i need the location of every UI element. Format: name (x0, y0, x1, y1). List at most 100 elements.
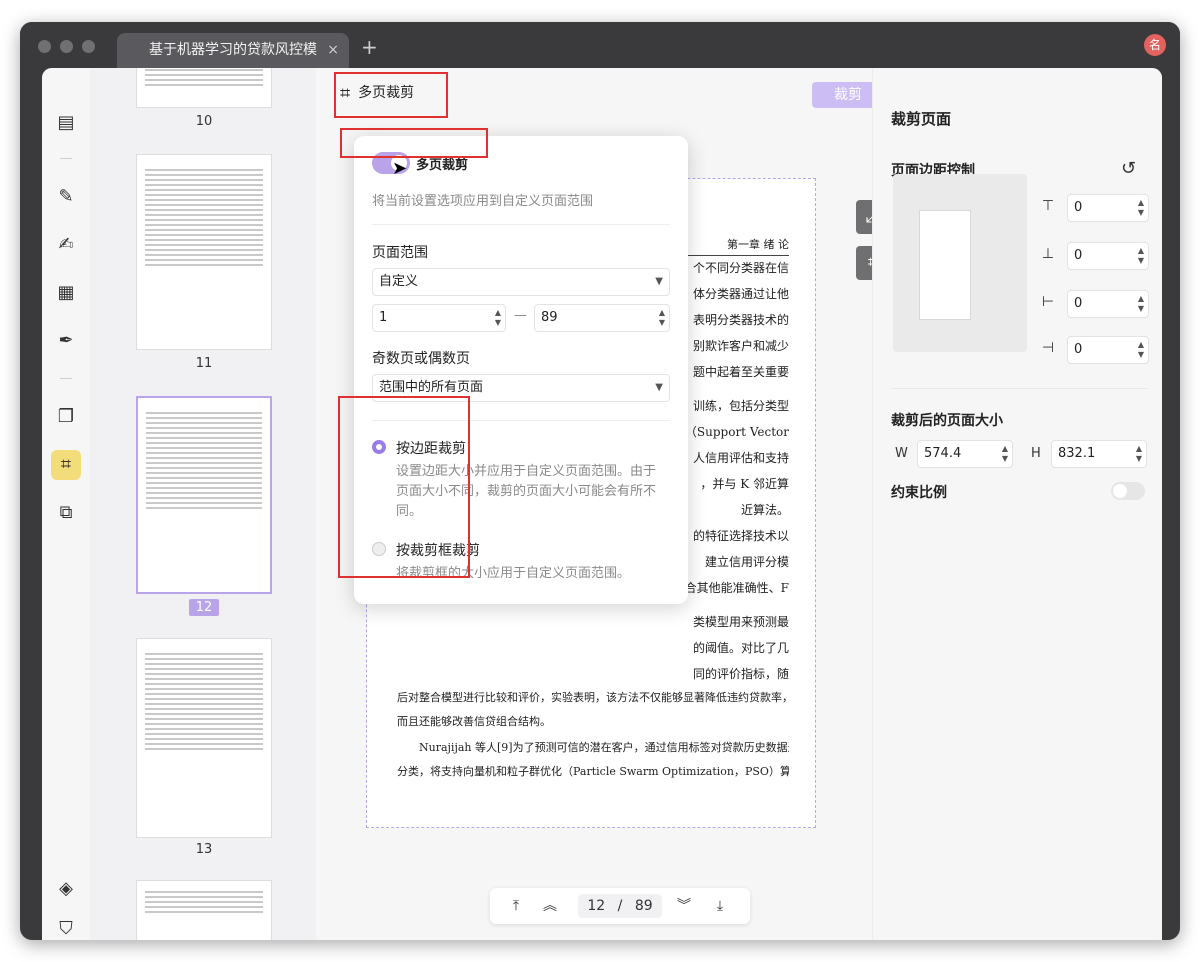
margin-left-icon: ⊢ (1041, 294, 1055, 310)
mouse-cursor-icon: ➤ (392, 158, 408, 179)
reader-icon[interactable]: ▤ (51, 108, 81, 138)
new-tab-icon[interactable]: + (361, 36, 378, 58)
thumbnail-page-selected[interactable] (136, 396, 272, 594)
stepper-icon[interactable]: ▲ ▼ (1136, 444, 1142, 464)
page-navigator: ⤒ ︽ 12 / 89 ︾ ⤓ (490, 888, 750, 924)
minimize-window-button[interactable] (60, 40, 73, 53)
width-value: 574.4 (924, 446, 962, 461)
close-window-button[interactable] (38, 40, 51, 53)
range-from-field[interactable]: 1 ▲ ▼ (372, 304, 506, 332)
title-bar: 基于机器学习的贷款风控模 × + 名 (20, 22, 1180, 68)
page-line: Nurajijah 等人[9]为了预测可信的潜在客户，通过信用标签对贷款历史数据… (419, 741, 789, 754)
edit-icon[interactable]: ✍ (51, 230, 81, 260)
tab-title: 基于机器学习的贷款风控模 (149, 42, 317, 58)
stepper-icon[interactable]: ▲ ▼ (1002, 444, 1008, 464)
page-range-select[interactable]: 自定义 ▼ (372, 268, 670, 296)
margin-right-field[interactable]: 0 ▲ ▼ (1067, 336, 1149, 364)
height-label: H (1031, 446, 1041, 461)
margin-top-icon: ⊤ (1041, 198, 1055, 214)
range-to-value: 89 (541, 310, 558, 325)
thumbnail-page[interactable] (136, 880, 272, 940)
preview-page (919, 210, 971, 320)
stepper-icon[interactable]: ▲ ▼ (1138, 294, 1144, 314)
stepper-icon[interactable]: ▲ ▼ (659, 308, 665, 328)
form-icon[interactable]: ▦ (51, 278, 81, 308)
stepper-icon[interactable]: ▲ ▼ (495, 308, 501, 328)
page-separator: / (617, 898, 623, 914)
last-page-icon[interactable]: ⤓ (710, 896, 730, 916)
toolbar-divider (60, 378, 72, 379)
previous-page-icon[interactable]: ︽ (540, 896, 560, 916)
crop-icon[interactable]: ⌗ (51, 450, 81, 480)
panel-title: 裁剪页面 (891, 110, 952, 128)
chevron-down-icon: ▼ (655, 382, 663, 393)
margin-top-field[interactable]: 0 ▲ ▼ (1067, 194, 1149, 222)
width-label: W (895, 446, 908, 461)
crop-settings-panel: 裁剪页面 页面边距控制 ↺ ⊤ 0 ▲▼ ⊥ 0 ▲▼ ⊢ 0 ▲▼ ⊣ (872, 68, 1162, 940)
thumbnail-panel: 10 11 12 13 (90, 68, 316, 940)
divider (891, 388, 1147, 389)
margin-right-icon: ⊣ (1041, 340, 1055, 356)
ratio-label: 约束比例 (891, 485, 947, 501)
thumbnail-page-number: 11 (195, 356, 213, 371)
layers-icon[interactable]: ◈ (51, 874, 81, 904)
highlighter-icon[interactable]: ✎ (51, 182, 81, 212)
left-toolbar: ▤ ✎ ✍ ▦ ✒ ❐ ⌗ ⧉ ◈ ⛉ (42, 68, 90, 940)
thumbnail-page-number: 13 (195, 842, 213, 857)
app-body: ▤ ✎ ✍ ▦ ✒ ❐ ⌗ ⧉ ◈ ⛉ 10 11 12 13 ⌗ 多页裁剪 裁… (42, 68, 1162, 940)
size-title: 裁剪后的页面大小 (891, 413, 1003, 429)
first-page-icon[interactable]: ⤒ (506, 896, 526, 916)
stepper-icon[interactable]: ▲ ▼ (1138, 246, 1144, 266)
current-page: 12 (587, 898, 606, 914)
avatar[interactable]: 名 (1144, 34, 1166, 56)
selected-page-badge: 12 (188, 599, 220, 616)
page-line: 的阈值。对比了几 (692, 641, 789, 655)
parity-value: 范围中的所有页面 (379, 380, 484, 395)
parity-label: 奇数页或偶数页 (372, 351, 470, 367)
page-range-value: 自定义 (379, 274, 419, 289)
range-from-value: 1 (379, 310, 388, 325)
range-dash: — (514, 308, 527, 323)
stepper-icon[interactable]: ▲ ▼ (1138, 198, 1144, 218)
total-pages: 89 (634, 898, 653, 914)
margin-left-value: 0 (1074, 296, 1083, 311)
thumbnail-page[interactable] (136, 68, 272, 108)
margin-bottom-value: 0 (1074, 248, 1083, 263)
width-field[interactable]: 574.4 ▲ ▼ (917, 440, 1013, 468)
margin-left-field[interactable]: 0 ▲ ▼ (1067, 290, 1149, 318)
margin-top-value: 0 (1074, 200, 1083, 215)
height-value: 832.1 (1058, 446, 1096, 461)
highlight-box (340, 128, 488, 158)
thumbnail-page-number: 12 (136, 599, 272, 616)
margin-bottom-field[interactable]: 0 ▲ ▼ (1067, 242, 1149, 270)
range-to-field[interactable]: 89 ▲ ▼ (534, 304, 670, 332)
highlight-box (334, 72, 448, 118)
next-page-icon[interactable]: ︾ (674, 896, 694, 916)
bookmark-icon[interactable]: ⛉ (51, 918, 81, 940)
reset-icon[interactable]: ↺ (1121, 158, 1136, 179)
thumbnail-page[interactable] (136, 154, 272, 350)
tab-close-icon[interactable]: × (327, 33, 339, 68)
page-number-field[interactable]: 12 / 89 (578, 894, 662, 918)
constrain-ratio-toggle[interactable] (1111, 482, 1145, 500)
convert-icon[interactable]: ⧉ (51, 498, 81, 528)
zoom-window-button[interactable] (82, 40, 95, 53)
sign-icon[interactable]: ✒ (51, 326, 81, 356)
page-line: 分类，将支持向量机和粒子群优化（Particle Swarm Optimizat… (397, 765, 789, 778)
thumbnail-page[interactable] (136, 638, 272, 838)
height-field[interactable]: 832.1 ▲ ▼ (1051, 440, 1147, 468)
page-line: 后对整合模型进行比较和评价，实验表明，该方法不仅能够显著降低违约贷款率， (397, 691, 789, 704)
organize-icon[interactable]: ❐ (51, 402, 81, 432)
page-range-label: 页面范围 (372, 245, 428, 261)
margin-bottom-icon: ⊥ (1041, 246, 1055, 262)
toolbar-divider (60, 158, 72, 159)
document-tab[interactable]: 基于机器学习的贷款风控模 × (117, 33, 349, 68)
chevron-down-icon: ▼ (655, 276, 663, 287)
thumbnail-page-number: 10 (195, 114, 213, 129)
highlight-box (338, 396, 470, 578)
margin-right-value: 0 (1074, 342, 1083, 357)
toggle-description: 将当前设置选项应用到自定义页面范围 (372, 194, 594, 209)
stepper-icon[interactable]: ▲ ▼ (1138, 340, 1144, 360)
page-line: 同的评价指标，随 (692, 667, 789, 681)
divider (372, 224, 670, 225)
